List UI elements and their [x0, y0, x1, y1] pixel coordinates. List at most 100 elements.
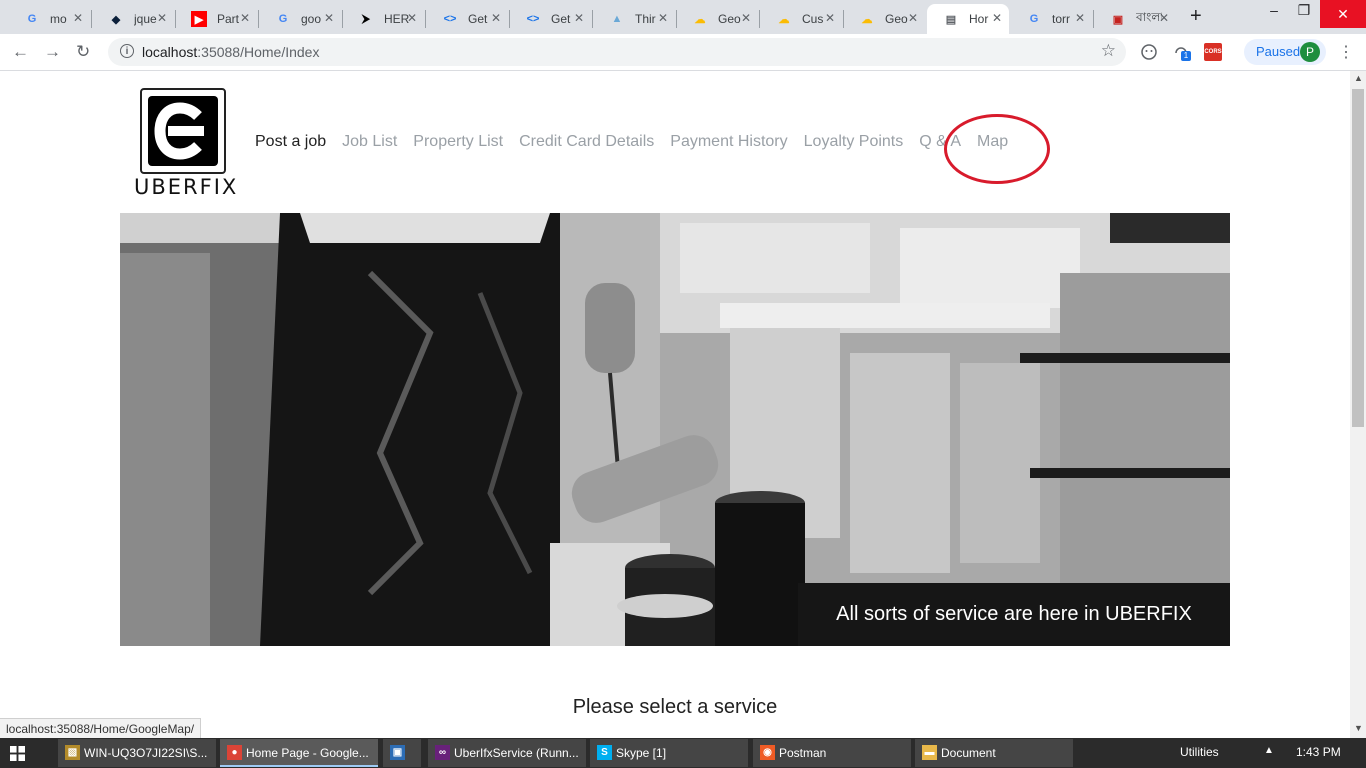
chrome-icon: ●: [227, 745, 242, 760]
tab-close-icon[interactable]: ✕: [157, 11, 167, 25]
browser-tab[interactable]: ☁ Geo ✕: [843, 4, 925, 34]
nav-job-list[interactable]: Job List: [342, 133, 397, 151]
tray-chevron-up-icon[interactable]: ▲: [1264, 745, 1274, 756]
hero-caption: All sorts of service are here in UBERFIX: [798, 583, 1230, 646]
shell-icon: ▲: [611, 13, 623, 25]
browser-tab[interactable]: ▣ বাংলা ✕: [1094, 4, 1176, 34]
browser-menu-icon[interactable]: ⋮: [1338, 42, 1354, 62]
tab-close-icon[interactable]: ✕: [491, 11, 501, 25]
scroll-down-arrow-icon[interactable]: ▼: [1354, 723, 1363, 733]
tab-close-icon[interactable]: ✕: [1159, 11, 1169, 25]
url-path: :35088/Home/Index: [197, 44, 320, 60]
tab-close-icon[interactable]: ✕: [992, 11, 1002, 25]
url-text[interactable]: localhost:35088/Home/Index: [142, 44, 319, 60]
forward-icon[interactable]: →: [44, 42, 61, 62]
scroll-thumb[interactable]: [1352, 89, 1364, 427]
browser-tab[interactable]: Gmo ✕: [8, 4, 90, 34]
browser-tab[interactable]: ▶ Part ✕: [175, 4, 257, 34]
taskbar-item[interactable]: ▣: [383, 739, 421, 767]
browser-tab[interactable]: Gtorr ✕: [1010, 4, 1092, 34]
tab-close-icon[interactable]: ✕: [658, 11, 668, 25]
visual-studio-icon: ∞: [435, 745, 450, 760]
cors-label: CORS: [1204, 49, 1222, 55]
hero-image: All sorts of service are here in UBERFIX: [120, 213, 1230, 646]
gcloud-icon: ☁: [778, 13, 790, 26]
tab-close-icon[interactable]: ✕: [741, 11, 751, 25]
new-tab-icon[interactable]: +: [1190, 5, 1202, 28]
taskbar-item-label: Skype [1]: [616, 746, 667, 760]
extension-circle-icon[interactable]: [1140, 43, 1158, 61]
browser-tab[interactable]: Ggoo ✕: [259, 4, 341, 34]
remote-desktop-icon: ▣: [390, 745, 405, 760]
tab-close-icon[interactable]: ✕: [73, 11, 83, 25]
nav-credit-card-details[interactable]: Credit Card Details: [519, 133, 654, 151]
gcloud-icon: ☁: [861, 13, 873, 26]
logo-text: UBERFIX: [134, 175, 239, 199]
page-scrollbar[interactable]: ▲ ▼: [1350, 71, 1366, 738]
minimize-icon[interactable]: –: [1264, 2, 1284, 18]
browser-tab[interactable]: <> Get ✕: [509, 4, 591, 34]
nav-property-list[interactable]: Property List: [413, 133, 503, 151]
tab-strip: Gmo ✕ ◆ jque ✕ ▶ Part ✕ Ggoo ✕ ⮞ HER ✕ <> Get ✕ <> Get ✕ ▲ T…: [0, 0, 1366, 34]
taskbar-item[interactable]: ◉ Postman: [753, 739, 911, 767]
uberfix-logo[interactable]: [140, 88, 226, 174]
browser-tab[interactable]: ▤ Hor ✕: [927, 4, 1009, 34]
bengali-site-icon: ▣: [1112, 13, 1124, 26]
tray-utilities-label[interactable]: Utilities: [1180, 745, 1219, 759]
tab-close-icon[interactable]: ✕: [825, 11, 835, 25]
code-icon: <>: [443, 13, 457, 25]
nav-payment-history[interactable]: Payment History: [670, 133, 787, 151]
browser-tab[interactable]: ◆ jque ✕: [92, 4, 174, 34]
browser-tab[interactable]: ⮞ HER ✕: [342, 4, 424, 34]
taskbar-item[interactable]: ▧ WIN-UQ3O7JI22SI\S...: [58, 739, 216, 767]
cors-extension-icon[interactable]: CORS: [1204, 43, 1222, 61]
browser-tab[interactable]: ▲ Thir ✕: [593, 4, 675, 34]
logo-emblem-icon: [148, 96, 218, 166]
page-icon: ▤: [945, 13, 957, 26]
taskbar-item-label: Home Page - Google...: [246, 746, 369, 760]
taskbar-item-label: Document: [941, 746, 996, 760]
taskbar-item[interactable]: ∞ UberIfxService (Runn...: [428, 739, 586, 767]
site-info-icon[interactable]: i: [120, 44, 134, 58]
tab-close-icon[interactable]: ✕: [908, 11, 918, 25]
bookmark-star-icon[interactable]: ☆: [1101, 41, 1116, 61]
page-content: UBERFIX Post a job Job List Property Lis…: [0, 71, 1350, 738]
tab-close-icon[interactable]: ✕: [324, 11, 334, 25]
heroku-icon: ⮞: [362, 12, 370, 25]
restore-icon[interactable]: ❐: [1294, 2, 1314, 19]
tab-close-icon[interactable]: ✕: [407, 11, 417, 25]
taskbar-item-label: WIN-UQ3O7JI22SI\S...: [84, 746, 208, 760]
reload-icon[interactable]: ↻: [76, 42, 90, 62]
tab-close-icon[interactable]: ✕: [1075, 11, 1085, 25]
url-host: localhost: [142, 44, 198, 60]
postman-icon: ◉: [760, 745, 775, 760]
windows-start-icon[interactable]: [10, 746, 25, 761]
profile-status: Paused: [1256, 44, 1301, 59]
browser-tab[interactable]: ☁ Cus ✕: [760, 4, 842, 34]
browser-tab[interactable]: <> Get ✕: [426, 4, 508, 34]
tab-close-icon[interactable]: ✕: [240, 11, 250, 25]
extension-badge: 1: [1181, 51, 1191, 61]
youtube-icon: ▶: [191, 11, 207, 27]
taskbar-item[interactable]: ▬ Document: [915, 739, 1073, 767]
taskbar-item[interactable]: ● Home Page - Google...: [220, 739, 378, 767]
main-nav: Post a job Job List Property List Credit…: [255, 133, 1008, 151]
address-bar[interactable]: i localhost:35088/Home/Index ☆: [108, 38, 1126, 66]
taskbar-item[interactable]: S Skype [1]: [590, 739, 748, 767]
nav-loyalty-points[interactable]: Loyalty Points: [804, 133, 904, 151]
jquery-icon: ◆: [111, 13, 121, 26]
folder-icon: ▬: [922, 745, 937, 760]
scroll-up-arrow-icon[interactable]: ▲: [1354, 73, 1363, 83]
browser-toolbar: ← → ↻ i localhost:35088/Home/Index ☆ 1 C…: [0, 34, 1366, 71]
taskbar-item-label: Postman: [779, 746, 827, 760]
nav-post-a-job[interactable]: Post a job: [255, 133, 326, 151]
painter-kitchen-photo: [120, 213, 1230, 646]
window-close-icon[interactable]: ✕: [1320, 0, 1366, 28]
extension-sync-icon[interactable]: 1: [1172, 43, 1191, 61]
skype-icon: S: [597, 745, 612, 760]
profile-button[interactable]: Paused P: [1244, 39, 1326, 65]
back-icon[interactable]: ←: [12, 42, 29, 62]
browser-tab[interactable]: ☁ Geo ✕: [676, 4, 758, 34]
tab-close-icon[interactable]: ✕: [574, 11, 584, 25]
system-clock[interactable]: 1:43 PM: [1296, 745, 1341, 759]
